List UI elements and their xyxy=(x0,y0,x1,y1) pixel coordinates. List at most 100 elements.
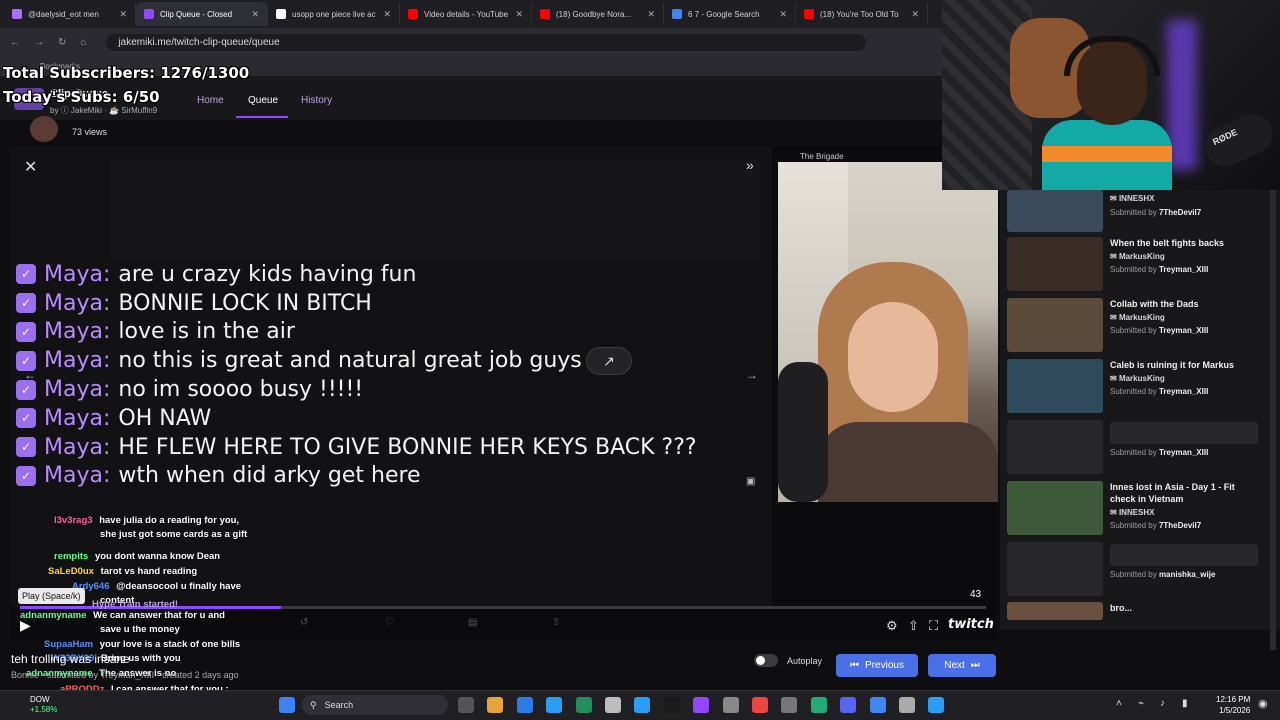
live-chat-line: l3v3rag3 have julia do a reading for you… xyxy=(54,514,239,528)
browser-tab-bar: @daelysid_eot men ✕ Clip Queue - Closed ✕ us… xyxy=(0,0,942,28)
verified-badge-icon: ✓ xyxy=(16,408,36,429)
discord-icon[interactable] xyxy=(840,697,857,713)
volume-icon[interactable]: ♪ xyxy=(1160,698,1165,709)
tab-close-icon[interactable]: ✕ xyxy=(383,9,391,20)
live-chat-username: SupaaHam xyxy=(44,639,94,650)
taskbar-search[interactable]: ⚲ Search xyxy=(302,695,448,715)
excel-icon[interactable] xyxy=(810,697,827,713)
tab-title: usopp one piece live ac xyxy=(292,9,376,19)
browser-tab[interactable]: usopp one piece live ac ✕ xyxy=(268,2,400,26)
chat-message: BONNIE LOCK IN BITCH xyxy=(118,290,372,316)
previous-button[interactable]: ⏮ Previous xyxy=(836,654,918,677)
photos-icon[interactable] xyxy=(928,697,945,713)
clip-thumbnail[interactable] xyxy=(1007,190,1103,232)
obs-icon[interactable] xyxy=(722,697,739,713)
channel-name: INNESHX xyxy=(1118,508,1155,517)
close-icon[interactable]: ✕ xyxy=(24,157,37,177)
twitch-app-icon[interactable] xyxy=(693,697,710,713)
submitted-by-label: Submitted by xyxy=(1110,570,1157,579)
time: 12:16 PM xyxy=(1216,695,1251,704)
stock-widget[interactable]: DOW +1.58% xyxy=(30,695,57,715)
clip-thumbnail[interactable] xyxy=(1007,542,1103,596)
queue-item-channel: ✉ MarkusKing xyxy=(1110,374,1165,383)
share-icon[interactable]: ⇧ xyxy=(908,618,919,634)
chrome-profile-icon[interactable] xyxy=(869,697,886,713)
queue-list-item[interactable]: Submitted by Treyman_XIII xyxy=(1007,420,1267,474)
view-count: 73 views xyxy=(72,127,108,137)
queue-list-item[interactable]: Innes lost in Asia - Day 1 - Fit check in… xyxy=(1007,481,1267,535)
autoplay-toggle[interactable] xyxy=(754,654,778,667)
verified-badge-icon: ✓ xyxy=(16,321,36,342)
clip-thumbnail[interactable] xyxy=(1007,359,1103,413)
clip-thumbnail[interactable] xyxy=(1007,602,1103,620)
edge-icon[interactable] xyxy=(546,697,563,713)
queue-list-item[interactable]: Submitted by manishka_wije xyxy=(1007,542,1267,596)
tab-close-icon[interactable]: ✕ xyxy=(911,9,919,20)
battery-icon[interactable]: ▮ xyxy=(1182,698,1188,709)
notification-icon[interactable]: ◉ xyxy=(1258,697,1268,710)
forward-icon[interactable]: → xyxy=(34,37,44,48)
tab-close-icon[interactable]: ✕ xyxy=(647,9,655,20)
queue-list-item[interactable]: Collab with the Dads ✉ MarkusKing Submitte… xyxy=(1007,298,1267,352)
home-icon[interactable]: ⌂ xyxy=(80,37,86,48)
video-background xyxy=(110,160,760,260)
copilot-icon[interactable] xyxy=(516,697,533,713)
capcut-icon[interactable] xyxy=(663,697,680,713)
tab-close-icon[interactable]: ✕ xyxy=(119,9,127,20)
outlook-icon[interactable] xyxy=(634,697,651,713)
tab-close-icon[interactable]: ✕ xyxy=(515,9,523,20)
back-icon[interactable]: ← xyxy=(10,37,20,48)
file-explorer-icon[interactable] xyxy=(487,697,504,713)
queue-list-item[interactable]: When the belt fights backs ✉ MarkusKing Su… xyxy=(1007,237,1267,291)
next-button[interactable]: Next ⏭ xyxy=(928,654,996,677)
queue-list-item[interactable]: Caleb is ruining it for Markus ✉ MarkusKi… xyxy=(1007,359,1267,413)
queue-list-item[interactable]: ✉ INNESHX Submitted by 7TheDevil7 xyxy=(1007,190,1267,244)
browser-tab[interactable]: (18) Goodbye Nora... ✕ xyxy=(532,2,664,26)
url-field[interactable]: jakemiki.me/twitch-clip-queue/queue xyxy=(106,33,867,51)
nav-queue[interactable]: Queue xyxy=(248,95,278,106)
tab-close-icon[interactable]: ✕ xyxy=(779,9,787,20)
collapse-panel-icon[interactable]: » xyxy=(746,157,754,173)
picture-in-picture-icon[interactable]: ▣ xyxy=(746,476,755,487)
chat-message: wth when did arky get here xyxy=(118,463,421,489)
browser-tab[interactable]: 6 7 - Google Search ✕ xyxy=(664,2,796,26)
clip-thumbnail[interactable] xyxy=(1007,420,1103,474)
settings-gear-icon[interactable]: ⚙ xyxy=(886,618,898,634)
clip-thumbnail[interactable] xyxy=(1007,481,1103,535)
queue-list-item[interactable]: bro... xyxy=(1007,602,1267,620)
clip-chat-line: ✓ Maya: are u crazy kids having fun xyxy=(16,260,697,289)
nav-history[interactable]: History xyxy=(301,95,332,106)
snip-icon[interactable] xyxy=(605,697,621,713)
task-view-icon[interactable] xyxy=(458,697,474,713)
fullscreen-icon[interactable]: ⛶ xyxy=(929,618,938,634)
queue-item-channel: ✉ MarkusKing xyxy=(1110,313,1165,322)
clip-thumbnail[interactable] xyxy=(1007,237,1103,291)
terminal-icon[interactable] xyxy=(781,697,798,713)
browser-tab[interactable]: Video details - YouTube ✕ xyxy=(400,2,532,26)
play-icon[interactable]: ▶ xyxy=(20,617,31,634)
browser-tab[interactable]: Clip Queue - Closed ✕ xyxy=(136,2,268,26)
browser-tab[interactable]: (18) You're Too Old To ✕ xyxy=(796,2,928,26)
wifi-icon[interactable]: ⌁ xyxy=(1138,698,1144,709)
stock-name: DOW xyxy=(30,695,50,704)
twitch-logo[interactable]: twitch xyxy=(948,617,994,632)
next-arrow-icon[interactable]: → xyxy=(746,368,758,382)
nav-active-indicator xyxy=(236,116,288,118)
chat-username: Maya: xyxy=(44,319,111,345)
windows-start-icon[interactable] xyxy=(279,697,295,713)
clock[interactable]: 12:16 PM 1/5/2026 xyxy=(1216,694,1250,716)
clip-thumbnail[interactable] xyxy=(1007,298,1103,352)
settings-icon[interactable] xyxy=(899,697,915,713)
chrome-icon[interactable] xyxy=(752,697,768,713)
nav-home[interactable]: Home xyxy=(197,95,224,106)
today-subs-overlay: Today's Subs: 6/50 xyxy=(3,88,160,106)
reload-icon[interactable]: ↻ xyxy=(58,37,66,48)
browser-tab[interactable]: @daelysid_eot men ✕ xyxy=(4,2,136,26)
external-link-icon[interactable]: ↗ xyxy=(586,347,632,375)
store-icon[interactable] xyxy=(575,697,592,713)
scrollbar[interactable] xyxy=(1270,190,1276,650)
chat-username: Maya: xyxy=(44,261,111,287)
tray-chevron-icon[interactable]: ˄ xyxy=(1116,698,1122,709)
live-chat-line: Ardy646 @deansocool u finally have xyxy=(72,580,241,594)
tab-close-icon[interactable]: ✕ xyxy=(251,9,259,20)
